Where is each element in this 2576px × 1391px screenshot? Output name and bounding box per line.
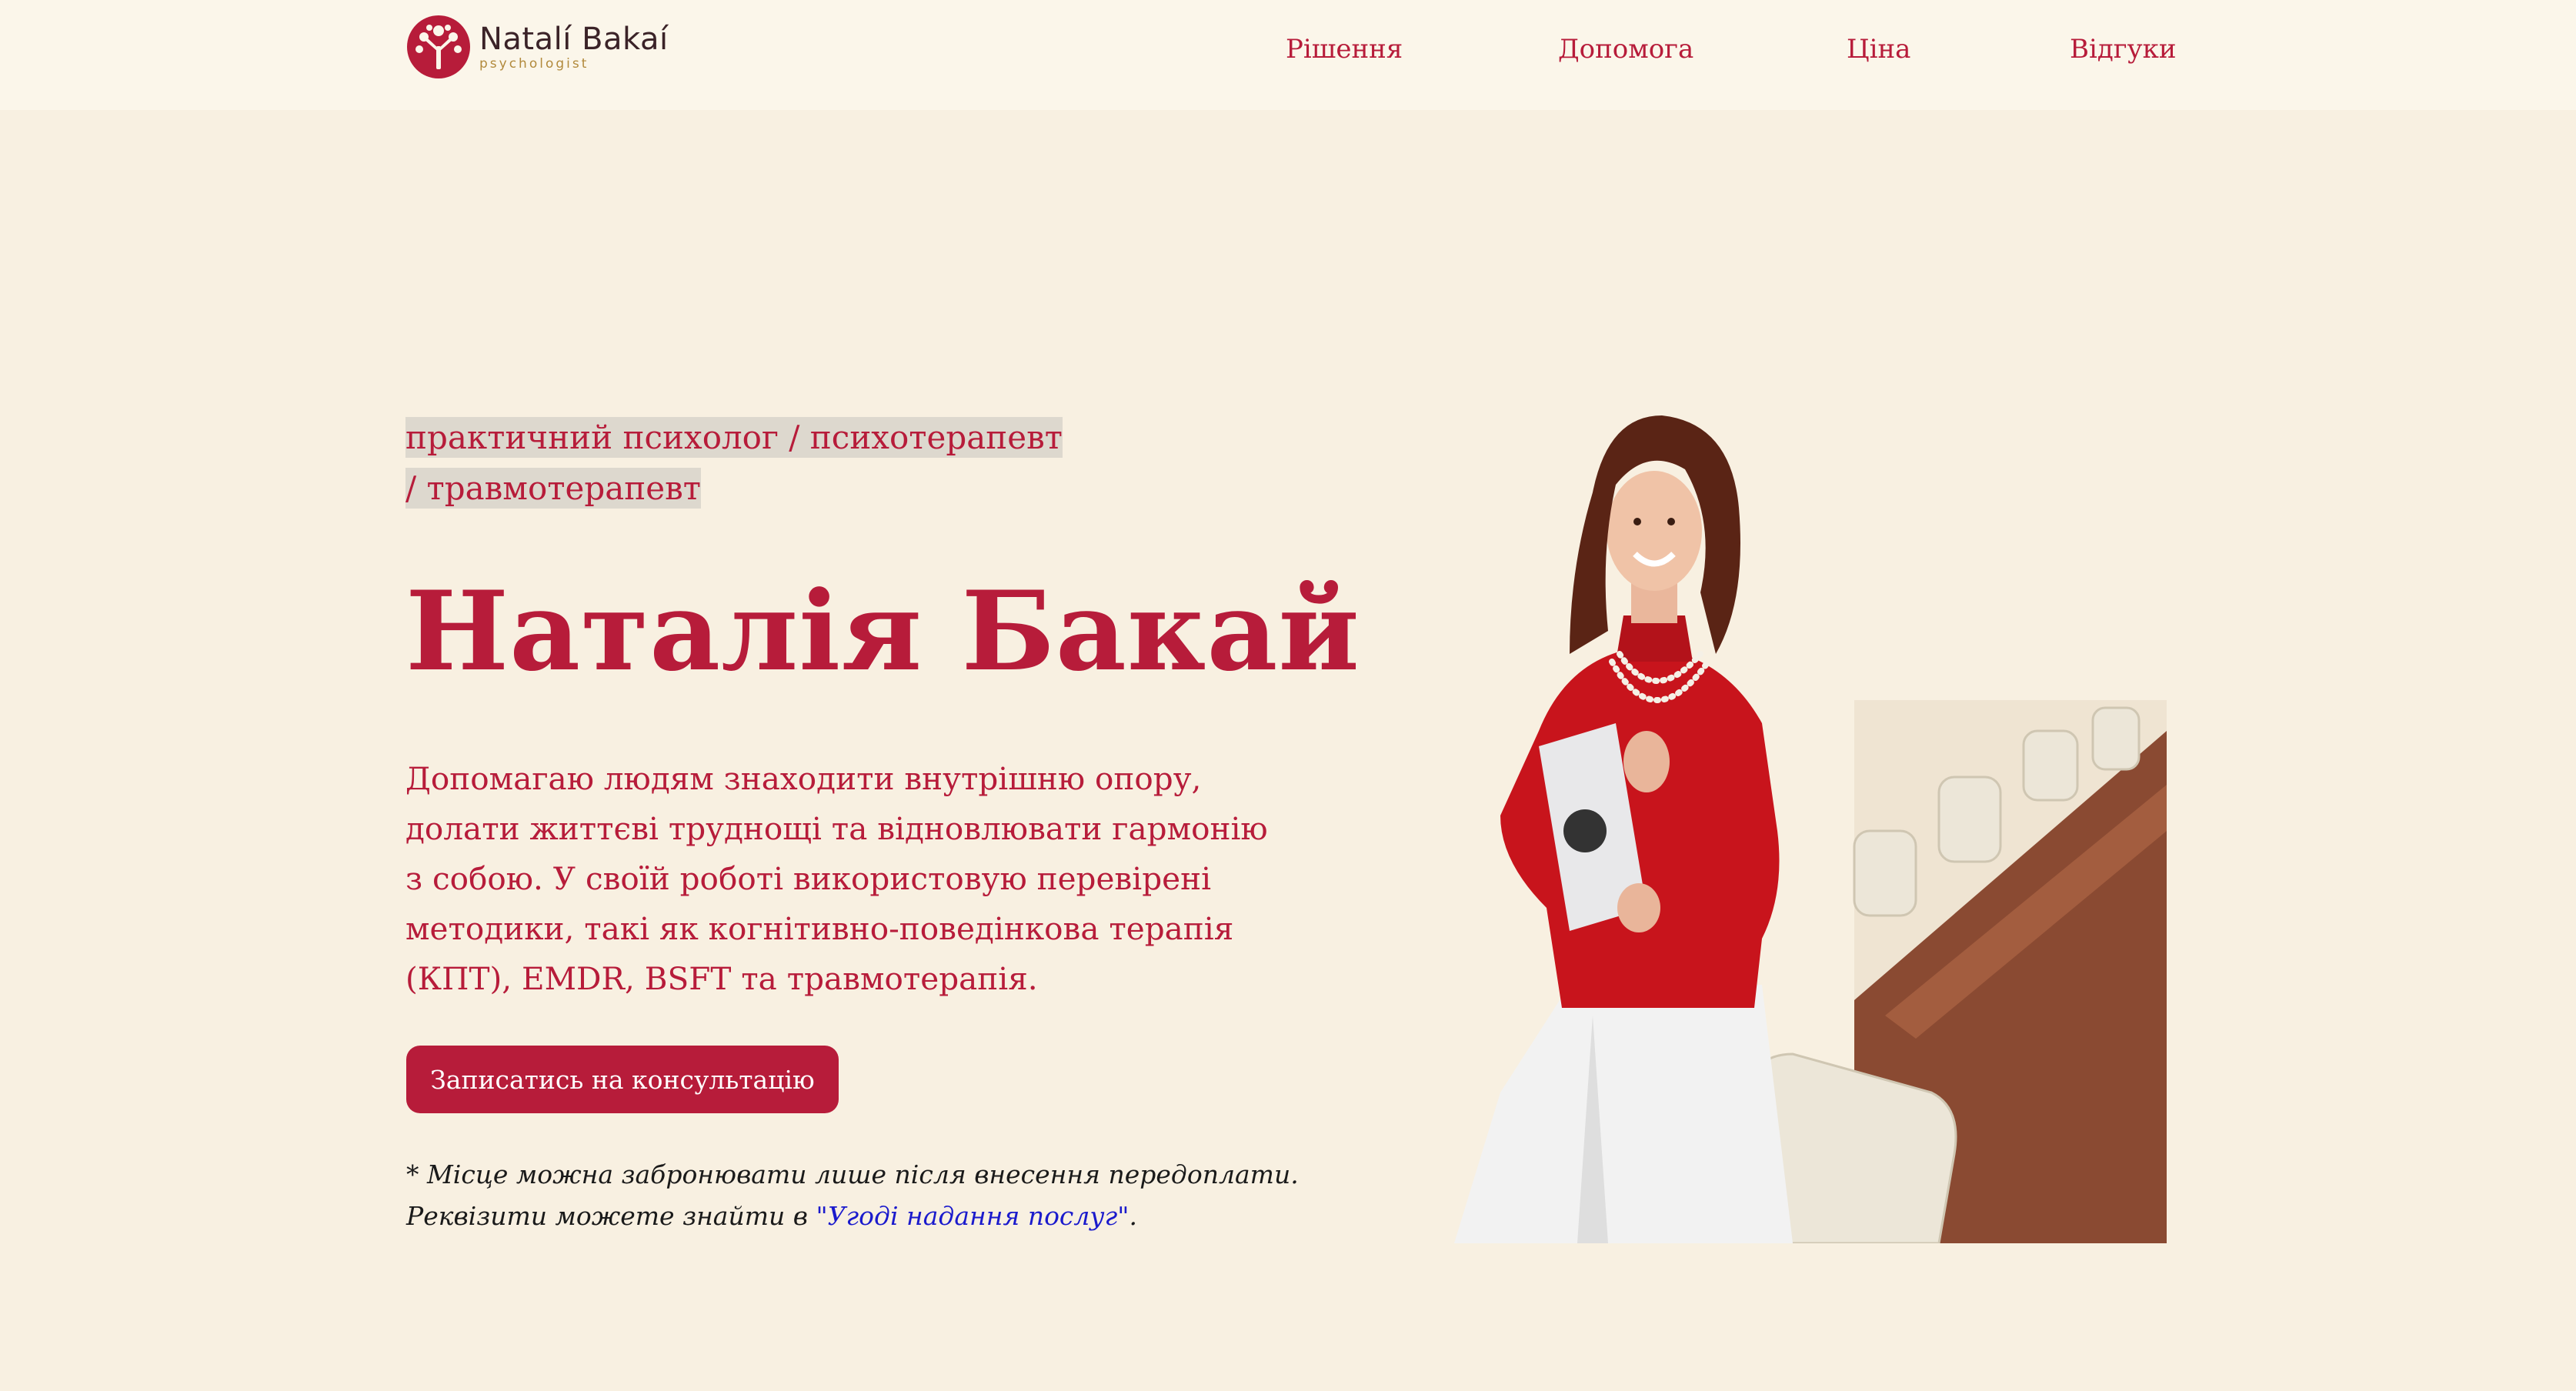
tagline-text: практичний психолог / психотерапевт / тр… [405, 417, 1063, 509]
nav-item-price[interactable]: Ціна [1847, 34, 1910, 65]
portrait-photo [1454, 415, 2167, 1243]
hero-tagline: практичний психолог / психотерапевт / тр… [405, 412, 1083, 514]
book-consultation-button[interactable]: Записатись на консультацію [406, 1046, 839, 1113]
hero-description: Допомагаю людям знаходити внутрішню опор… [405, 760, 1268, 997]
nav-item-help[interactable]: Допомога [1558, 34, 1693, 65]
note-line-1: * Місце можна забронювати лише після вне… [406, 1159, 1299, 1189]
site-header: Natalí Bakaí psychologist Рішення Допомо… [0, 0, 2576, 110]
prepayment-note: * Місце можна забронювати лише після вне… [406, 1154, 1330, 1237]
logo[interactable]: Natalí Bakaí psychologist [405, 14, 669, 80]
logo-subtitle: psychologist [479, 56, 589, 72]
note-suffix: . [1129, 1201, 1137, 1231]
logo-name: Natalí Bakaí [479, 22, 669, 57]
tree-icon [407, 15, 470, 78]
note-prefix: Реквізити можете знайти в [406, 1201, 816, 1231]
service-agreement-link[interactable]: "Угоді надання послуг" [816, 1201, 1129, 1231]
nav-item-solutions[interactable]: Рішення [1286, 34, 1403, 65]
nav-item-reviews[interactable]: Відгуки [2070, 34, 2177, 65]
note-line-2: Реквізити можете знайти в "Угоді надання… [406, 1196, 1330, 1237]
page-title: Наталія Бакай [405, 568, 1360, 696]
